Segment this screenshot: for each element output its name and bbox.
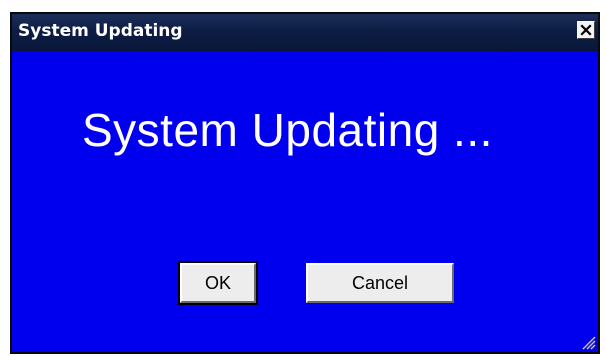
ok-button[interactable]: OK xyxy=(178,261,258,305)
title-bar[interactable]: System Updating xyxy=(12,14,598,51)
dialog-window: System Updating System Updating ... OK C… xyxy=(10,12,600,354)
ok-button-label: OK xyxy=(204,272,231,293)
cancel-button[interactable]: Cancel xyxy=(306,263,454,303)
dialog-content: System Updating ... OK Cancel xyxy=(12,51,598,352)
status-message: System Updating ... xyxy=(82,104,493,156)
window-title: System Updating xyxy=(18,21,183,41)
close-button[interactable] xyxy=(577,21,595,39)
resize-grip-icon[interactable] xyxy=(578,332,596,350)
cancel-button-label: Cancel xyxy=(351,272,409,293)
close-icon xyxy=(580,24,592,36)
